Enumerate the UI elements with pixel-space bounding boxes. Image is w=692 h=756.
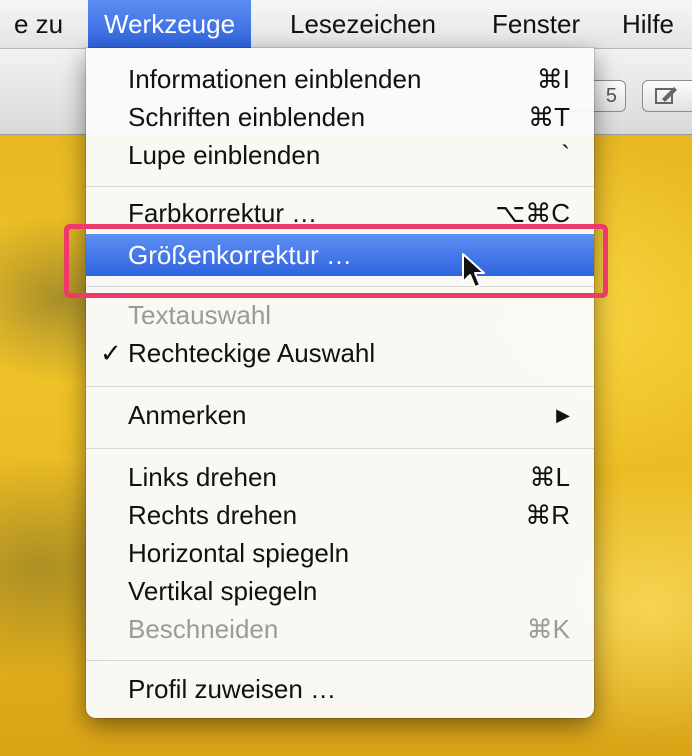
- menu-item-informationen-einblenden[interactable]: Informationen einblenden ⌘I: [86, 60, 594, 98]
- menu-item-textauswahl: Textauswahl: [86, 296, 594, 334]
- menu-separator: [86, 660, 594, 661]
- menu-item-beschneiden: Beschneiden ⌘K: [86, 610, 594, 648]
- mouse-cursor-icon: [462, 253, 485, 288]
- menu-bar-item-werkzeuge[interactable]: Werkzeuge: [88, 0, 252, 48]
- menu-separator: [86, 448, 594, 449]
- submenu-arrow-icon: ▶: [556, 405, 570, 425]
- menu-item-lupe-einblenden[interactable]: Lupe einblenden `: [86, 136, 594, 174]
- menu-item-label: Textauswahl: [128, 300, 272, 330]
- menu-separator: [86, 386, 594, 387]
- menu-bar: e zu Werkzeuge Lesezeichen Fenster Hilfe: [0, 0, 692, 49]
- menu-item-label: Profil zuweisen …: [128, 674, 337, 704]
- menu-item-shortcut: ⌘K: [526, 614, 570, 644]
- menu-separator: [86, 186, 594, 187]
- menu-bar-item-fenster[interactable]: Fenster: [478, 0, 594, 48]
- menu-item-anmerken[interactable]: Anmerken ▶: [86, 396, 594, 434]
- menu-item-label: Links drehen: [128, 462, 277, 492]
- menu-item-shortcut: `: [561, 140, 570, 170]
- menu-item-label: Rechteckige Auswahl: [128, 338, 376, 368]
- menu-item-schriften-einblenden[interactable]: Schriften einblenden ⌘T: [86, 98, 594, 136]
- menu-item-profil-zuweisen[interactable]: Profil zuweisen …: [86, 670, 594, 708]
- menu-item-label: Beschneiden: [128, 614, 279, 644]
- menu-item-horizontal-spiegeln[interactable]: Horizontal spiegeln: [86, 534, 594, 572]
- menu-bar-item-hilfe[interactable]: Hilfe: [608, 0, 688, 48]
- pencil-icon: [655, 87, 677, 104]
- toolbar-button-label: 5: [605, 85, 617, 107]
- menu-item-rechteckige-auswahl[interactable]: ✓ Rechteckige Auswahl: [86, 334, 594, 372]
- menu-item-label: Anmerken: [128, 400, 247, 430]
- markup-toolbar-button[interactable]: [642, 80, 692, 112]
- menu-item-shortcut: ⌘R: [525, 500, 570, 530]
- menu-item-links-drehen[interactable]: Links drehen ⌘L: [86, 458, 594, 496]
- menu-item-rechts-drehen[interactable]: Rechts drehen ⌘R: [86, 496, 594, 534]
- menu-item-label: Horizontal spiegeln: [128, 538, 350, 568]
- menu-item-vertikal-spiegeln[interactable]: Vertikal spiegeln: [86, 572, 594, 610]
- menu-item-label: Vertikal spiegeln: [128, 576, 318, 606]
- menu-item-label: Informationen einblenden: [128, 64, 422, 94]
- menu-item-label: Schriften einblenden: [128, 102, 366, 132]
- menu-item-shortcut: ⌘L: [529, 462, 570, 492]
- menu-item-label: Lupe einblenden: [128, 140, 321, 170]
- werkzeuge-menu: Informationen einblenden ⌘I Schriften ei…: [86, 48, 594, 718]
- annotation-highlight-box: [64, 224, 608, 298]
- menu-bar-item-lesezeichen[interactable]: Lesezeichen: [276, 0, 450, 48]
- menu-item-shortcut: ⌘I: [536, 64, 570, 94]
- checkmark-icon: ✓: [100, 338, 122, 368]
- menu-item-label: Rechts drehen: [128, 500, 298, 530]
- menu-bar-item-ansicht[interactable]: e zu: [0, 0, 77, 48]
- menu-item-shortcut: ⌘T: [528, 102, 570, 132]
